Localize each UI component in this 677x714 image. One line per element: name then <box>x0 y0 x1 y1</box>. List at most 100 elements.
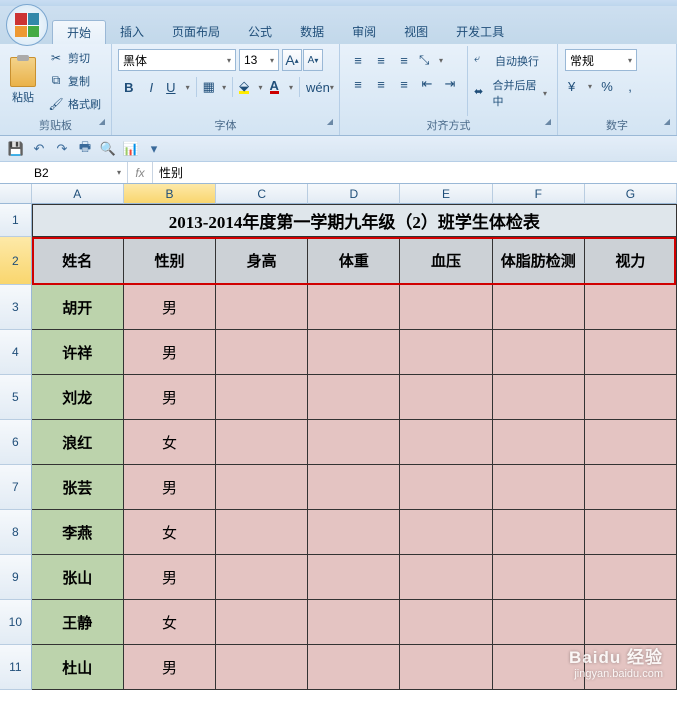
align-center-button[interactable]: ≡ <box>370 73 392 95</box>
cell-name[interactable]: 王静 <box>32 600 124 645</box>
cell-sex[interactable]: 女 <box>124 510 216 555</box>
cell[interactable] <box>216 600 308 645</box>
row-header-2[interactable]: 2 <box>0 237 32 285</box>
cell[interactable] <box>308 645 400 690</box>
font-color-button[interactable]: A▾ <box>267 76 296 98</box>
cell[interactable] <box>493 375 585 420</box>
col-header-G[interactable]: G <box>585 184 677 204</box>
font-size-select[interactable]: 13▾ <box>239 49 279 71</box>
tab-pagelayout[interactable]: 页面布局 <box>158 20 234 44</box>
cell[interactable] <box>308 330 400 375</box>
cell[interactable] <box>216 420 308 465</box>
cell[interactable] <box>585 285 677 330</box>
cell-name[interactable]: 许祥 <box>32 330 124 375</box>
qat-print-button[interactable]: 🖶 <box>75 139 95 159</box>
qat-preview-button[interactable]: 🔍 <box>98 139 118 159</box>
cell-sex[interactable]: 男 <box>124 555 216 600</box>
row-header[interactable]: 11 <box>0 645 32 690</box>
qat-undo-button[interactable]: ↶ <box>29 139 49 159</box>
cell[interactable] <box>308 465 400 510</box>
row-header[interactable]: 5 <box>0 375 32 420</box>
row-header[interactable]: 3 <box>0 285 32 330</box>
header-cell[interactable]: 体脂肪检测 <box>493 237 585 285</box>
cell[interactable] <box>400 645 492 690</box>
formula-bar[interactable]: 性别 <box>153 162 677 183</box>
paste-button[interactable]: 粘贴 <box>4 46 42 116</box>
col-header-E[interactable]: E <box>400 184 492 204</box>
number-format-select[interactable]: 常规▾ <box>565 49 637 71</box>
format-painter-button[interactable]: 🖌格式刷 <box>46 95 103 113</box>
cell[interactable] <box>216 465 308 510</box>
align-top-button[interactable]: ≡ <box>347 49 369 71</box>
header-cell[interactable]: 血压 <box>400 237 492 285</box>
fx-button[interactable]: fx <box>128 166 152 180</box>
indent-decrease-button[interactable]: ⇤ <box>416 73 438 95</box>
tab-data[interactable]: 数据 <box>286 20 338 44</box>
grow-font-button[interactable]: A▴ <box>282 49 302 71</box>
header-cell[interactable]: 体重 <box>308 237 400 285</box>
fill-color-button[interactable]: ⬙▾ <box>236 76 265 98</box>
cell[interactable] <box>400 375 492 420</box>
row-header[interactable]: 10 <box>0 600 32 645</box>
cell[interactable] <box>216 645 308 690</box>
qat-more-button[interactable]: ▾ <box>144 139 164 159</box>
cell[interactable] <box>400 600 492 645</box>
cell[interactable] <box>585 375 677 420</box>
tab-insert[interactable]: 插入 <box>106 20 158 44</box>
name-box[interactable]: B2▾ <box>28 162 128 183</box>
tab-home[interactable]: 开始 <box>52 20 106 44</box>
cell[interactable] <box>585 600 677 645</box>
cell[interactable] <box>400 555 492 600</box>
header-cell[interactable]: 性别 <box>124 237 216 285</box>
cell[interactable] <box>493 330 585 375</box>
cell[interactable] <box>308 555 400 600</box>
bold-button[interactable]: B <box>118 76 140 98</box>
wrap-text-button[interactable]: ⤶自动换行 <box>472 51 549 71</box>
cell[interactable] <box>308 375 400 420</box>
header-cell[interactable]: 姓名 <box>32 237 124 285</box>
cell[interactable] <box>400 510 492 555</box>
cell[interactable] <box>216 285 308 330</box>
cut-button[interactable]: ✂剪切 <box>46 49 103 67</box>
cell-name[interactable]: 张山 <box>32 555 124 600</box>
cell[interactable] <box>308 600 400 645</box>
cell[interactable] <box>493 600 585 645</box>
cell-name[interactable]: 张芸 <box>32 465 124 510</box>
cell[interactable] <box>308 510 400 555</box>
cell-name[interactable]: 杜山 <box>32 645 124 690</box>
cell[interactable] <box>308 285 400 330</box>
row-header[interactable]: 6 <box>0 420 32 465</box>
cell[interactable] <box>585 510 677 555</box>
align-middle-button[interactable]: ≡ <box>370 49 392 71</box>
tab-view[interactable]: 视图 <box>390 20 442 44</box>
underline-button[interactable]: U▾ <box>163 76 192 98</box>
cell-sex[interactable]: 男 <box>124 330 216 375</box>
qat-save-button[interactable]: 💾 <box>6 139 26 159</box>
col-header-F[interactable]: F <box>493 184 585 204</box>
italic-button[interactable]: I <box>141 76 163 98</box>
header-cell[interactable]: 视力 <box>585 237 677 285</box>
cell[interactable] <box>493 420 585 465</box>
cell[interactable] <box>400 465 492 510</box>
cell[interactable] <box>585 555 677 600</box>
cell[interactable] <box>308 420 400 465</box>
copy-button[interactable]: ⧉复制 <box>46 72 103 90</box>
col-header-D[interactable]: D <box>308 184 400 204</box>
office-button[interactable] <box>6 4 48 46</box>
cell[interactable] <box>493 285 585 330</box>
qat-custom-button[interactable]: 📊 <box>121 139 141 159</box>
cell-name[interactable]: 浪红 <box>32 420 124 465</box>
phonetic-button[interactable]: wén▾ <box>303 76 333 98</box>
cell-name[interactable]: 李燕 <box>32 510 124 555</box>
cell[interactable] <box>585 330 677 375</box>
row-header-1[interactable]: 1 <box>0 204 32 237</box>
cell-sex[interactable]: 男 <box>124 285 216 330</box>
select-all-corner[interactable] <box>0 184 32 204</box>
indent-increase-button[interactable]: ⇥ <box>439 73 461 95</box>
col-header-C[interactable]: C <box>216 184 308 204</box>
cell[interactable] <box>585 420 677 465</box>
row-header[interactable]: 8 <box>0 510 32 555</box>
cell[interactable] <box>216 330 308 375</box>
tab-developer[interactable]: 开发工具 <box>442 20 518 44</box>
cell[interactable] <box>216 555 308 600</box>
